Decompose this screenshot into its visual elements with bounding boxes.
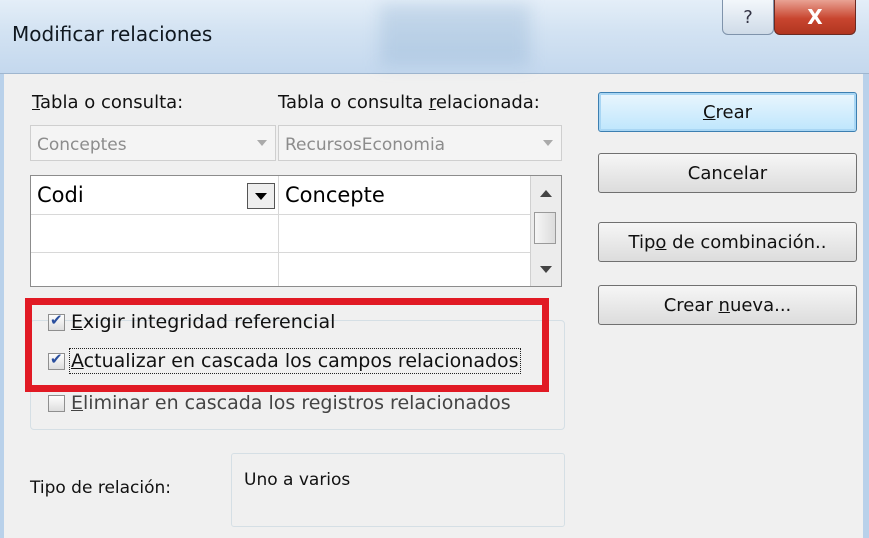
grid-row (31, 214, 531, 253)
related-table-query-combo[interactable]: RecursosEconomia (278, 125, 562, 161)
help-button[interactable]: ? (722, 0, 774, 35)
relationship-type-value: Uno a varios (244, 470, 351, 490)
field-grid: Codi Concepte (30, 175, 562, 287)
related-table-query-label: Tabla o consulta relacionada: (278, 92, 540, 113)
create-new-button[interactable]: Crear nueva... (598, 285, 857, 325)
scroll-thumb[interactable] (534, 212, 556, 244)
cascade-delete-checkbox[interactable]: Eliminar en cascada los registros relaci… (48, 390, 511, 416)
close-button[interactable]: X (774, 0, 856, 35)
create-button-label: Crear (702, 101, 753, 123)
grid-cell-right[interactable] (279, 214, 531, 252)
scroll-up-icon[interactable] (540, 190, 552, 197)
title-bar[interactable]: Modificar relaciones ? X (0, 0, 869, 74)
table-query-label: Tabla o consulta: (32, 92, 184, 113)
grid-cell-left[interactable] (31, 252, 279, 286)
create-button[interactable]: Crear (598, 92, 857, 132)
title-bar-glass (380, 4, 530, 66)
close-icon: X (807, 5, 823, 29)
cascade-delete-label: Eliminar en cascada los registros relaci… (71, 392, 511, 414)
window-frame-left (0, 0, 4, 538)
join-type-button-label: Tipo de combinación.. (628, 231, 827, 253)
grid-cell-left[interactable]: Codi (31, 176, 279, 214)
dropdown-button[interactable] (247, 183, 275, 209)
chevron-down-icon (257, 140, 267, 146)
relationship-type-box (231, 453, 565, 527)
red-highlight-annotation (25, 298, 549, 392)
create-new-button-label: Crear nueva... (663, 294, 792, 316)
chevron-down-icon (543, 140, 553, 146)
grid-row: Codi Concepte (31, 176, 531, 215)
chevron-down-icon (255, 193, 267, 200)
window-title: Modificar relaciones (12, 22, 213, 46)
related-table-query-value: RecursosEconomia (285, 135, 446, 155)
grid-cell-right[interactable] (279, 252, 531, 286)
join-type-button[interactable]: Tipo de combinación.. (598, 222, 857, 262)
grid-row (31, 252, 531, 286)
table-query-value: Conceptes (37, 135, 127, 155)
cancel-button[interactable]: Cancelar (598, 153, 857, 193)
scroll-down-icon[interactable] (540, 266, 552, 273)
window-frame-right (863, 0, 869, 538)
relationship-type-label: Tipo de relación: (30, 478, 172, 498)
grid-cell-right[interactable]: Concepte (279, 176, 531, 214)
grid-cell-right-text: Concepte (285, 183, 385, 207)
cancel-button-label: Cancelar (687, 162, 768, 184)
checkbox-unchecked-icon[interactable] (48, 394, 65, 412)
vertical-scrollbar[interactable] (530, 176, 561, 286)
help-icon: ? (743, 6, 753, 28)
grid-cell-left[interactable] (31, 214, 279, 252)
table-query-combo[interactable]: Conceptes (30, 125, 276, 161)
grid-cell-left-text: Codi (37, 183, 84, 207)
